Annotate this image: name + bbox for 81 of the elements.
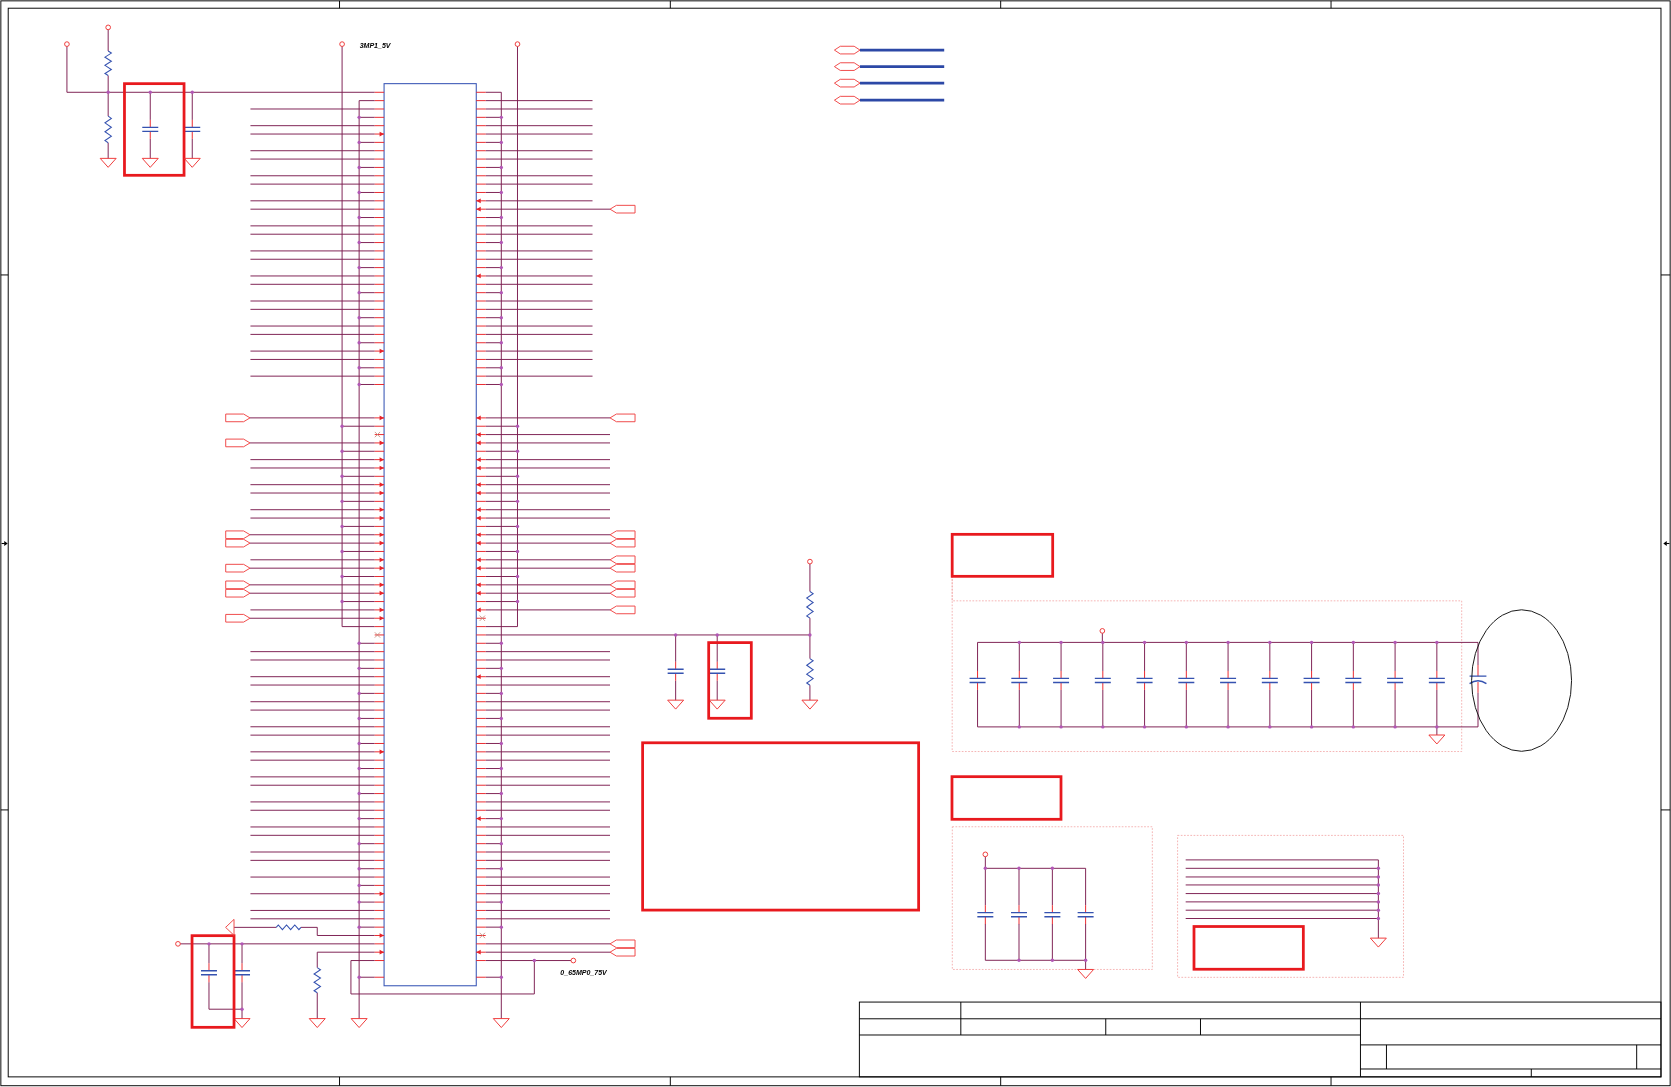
cross-icon: [374, 431, 381, 438]
port-connector: [225, 588, 251, 598]
port-connector: [609, 588, 636, 598]
port-connector: [833, 95, 861, 105]
resistor-symbol: [313, 967, 322, 994]
capacitor-symbol: [976, 904, 995, 925]
ground-symbol: [1428, 734, 1446, 745]
port-connector: [609, 413, 636, 423]
port-connector: [609, 939, 636, 949]
power-port-symbol: [175, 941, 181, 947]
capacitor-symbol: [1135, 670, 1154, 691]
port-connector: [609, 580, 636, 590]
port-connector: [609, 605, 636, 615]
power-port-symbol: [339, 41, 345, 47]
power-port-symbol: [570, 957, 577, 964]
ground-symbol: [667, 699, 685, 710]
capacitor-symbol: [968, 670, 987, 691]
port-connector: [225, 580, 251, 590]
capacitor-symbol: [1177, 670, 1195, 691]
capacitor-symbol: [1386, 670, 1404, 691]
port-connector: [609, 204, 636, 214]
capacitor-symbol: [1302, 670, 1321, 691]
capacitor-symbol: [666, 661, 685, 682]
power-port-symbol: [514, 41, 521, 47]
power-port-symbol: [1099, 628, 1106, 634]
ground-symbol: [233, 1018, 251, 1028]
port-connector: [225, 613, 251, 623]
port-connector: [609, 555, 636, 565]
port-connector: [225, 918, 235, 936]
ground-symbol: [183, 157, 201, 168]
port-connector: [225, 438, 251, 448]
capacitor-symbol: [1043, 904, 1062, 925]
resistor-symbol: [275, 924, 302, 931]
capacitor-symbol: [1010, 670, 1028, 691]
cross-icon: [479, 932, 486, 939]
capacitor-symbol: [1010, 904, 1028, 925]
ground-symbol: [141, 157, 159, 168]
power-port-symbol: [982, 851, 989, 858]
capacitor-symbol: [1468, 664, 1488, 694]
capacitor-symbol: [1219, 670, 1237, 691]
power-port-symbol: [105, 24, 111, 31]
capacitor-symbol: [141, 119, 159, 140]
power-port-symbol: [807, 558, 813, 565]
cross-icon: [374, 631, 381, 639]
port-connector: [225, 538, 251, 548]
port-connector: [609, 538, 636, 548]
capacitor-symbol: [1052, 670, 1070, 691]
resistor-symbol: [805, 658, 815, 686]
port-connector: [225, 413, 251, 423]
port-connector: [225, 563, 251, 573]
arrow-icon: [1, 540, 8, 547]
ground-symbol: [99, 157, 117, 168]
capacitor-symbol: [1261, 670, 1279, 691]
arrow-icon: [1663, 540, 1670, 547]
capacitor-symbol: [1094, 670, 1112, 691]
port-connector: [833, 45, 861, 55]
cross-icon: [479, 615, 486, 622]
capacitor-symbol: [1076, 904, 1095, 925]
resistor-symbol: [805, 590, 815, 619]
power-port-symbol: [64, 41, 70, 47]
capacitor-symbol: [1344, 670, 1363, 691]
port-connector: [609, 947, 636, 957]
capacitor-symbol: [200, 962, 218, 983]
ground-symbol: [1077, 968, 1095, 979]
ground-symbol: [308, 1018, 326, 1028]
port-connector: [609, 563, 636, 573]
resistor-symbol: [104, 115, 113, 144]
ground-symbol: [492, 1018, 510, 1028]
port-connector: [609, 530, 636, 540]
port-connector: [833, 78, 861, 88]
ground-symbol: [350, 1018, 368, 1028]
capacitor-symbol: [1428, 670, 1446, 691]
resistor-symbol: [103, 50, 113, 77]
ground-symbol: [708, 699, 726, 710]
capacitor-symbol: [183, 119, 201, 140]
port-connector: [833, 62, 861, 71]
ground-symbol: [801, 699, 819, 710]
capacitor-symbol: [708, 661, 726, 682]
capacitor-symbol: [233, 962, 251, 983]
ground-symbol: [1369, 937, 1387, 948]
port-connector: [225, 530, 251, 540]
